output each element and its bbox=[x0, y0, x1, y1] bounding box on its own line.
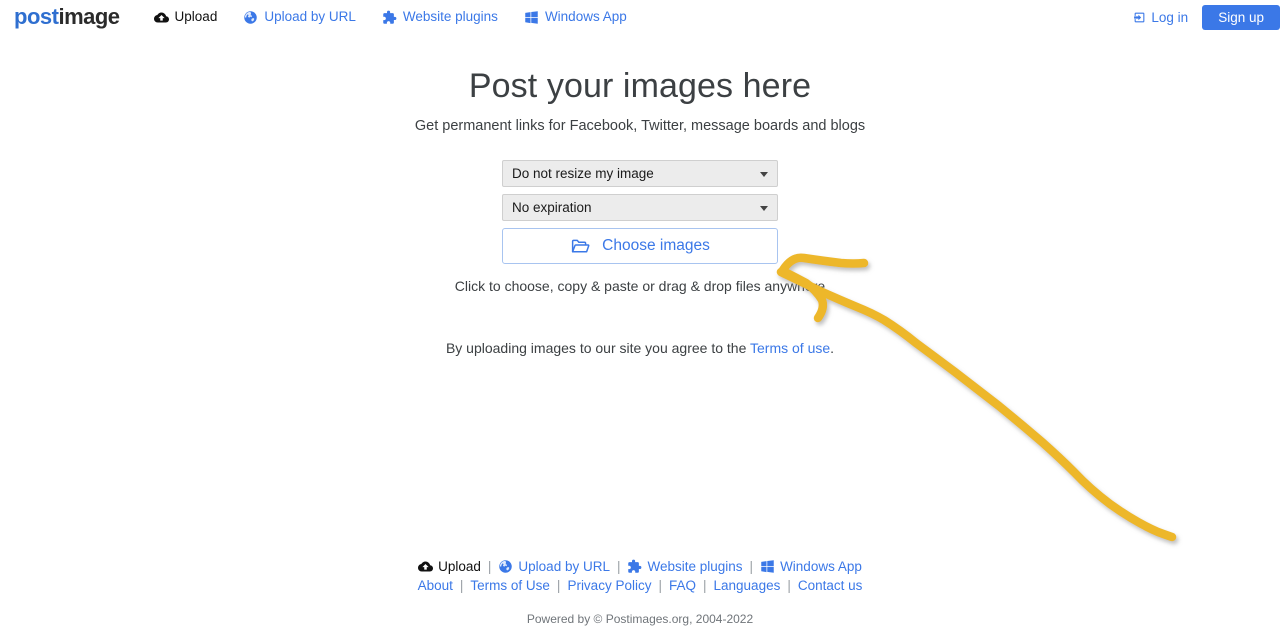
terms-of-use-link[interactable]: Terms of use bbox=[750, 340, 830, 356]
footer-separator: | bbox=[616, 559, 621, 574]
footer-separator: | bbox=[787, 578, 791, 593]
copyright-text: Powered by © Postimages.org, 2004-2022 bbox=[526, 612, 754, 626]
signup-label: Sign up bbox=[1218, 9, 1264, 25]
footer-link-privacy-policy[interactable]: Privacy Policy bbox=[567, 576, 651, 595]
puzzle-piece-icon bbox=[382, 10, 397, 25]
upload-hint-text: Click to choose, copy & paste or drag & … bbox=[454, 278, 826, 294]
puzzle-piece-icon bbox=[627, 559, 642, 574]
globe-icon bbox=[498, 559, 513, 574]
footer-separator: | bbox=[487, 559, 492, 574]
logo-text-image: image bbox=[58, 4, 120, 29]
footer-separator: | bbox=[459, 578, 464, 593]
login-link[interactable]: Log in bbox=[1133, 10, 1188, 25]
logo-text-post: post bbox=[14, 4, 59, 29]
windows-logo-icon bbox=[760, 559, 775, 574]
terms-suffix: . bbox=[830, 340, 835, 356]
header-account-actions: Log in Sign up bbox=[1133, 0, 1280, 34]
footer-link-contact-us[interactable]: Contact us bbox=[798, 576, 863, 595]
footer-link-website-plugins[interactable]: Website plugins bbox=[627, 557, 743, 576]
sign-in-icon bbox=[1133, 11, 1146, 24]
resize-select-value: Do not resize my image bbox=[512, 165, 654, 181]
nav-item-website-plugins[interactable]: Website plugins bbox=[382, 10, 498, 25]
nav-label-website-plugins: Website plugins bbox=[402, 9, 498, 25]
footer-label-windows-app: Windows App bbox=[780, 559, 862, 574]
footer-link-upload-by-url[interactable]: Upload by URL bbox=[498, 557, 610, 576]
expiration-select-value: No expiration bbox=[512, 199, 592, 215]
page-subtitle: Get permanent links for Facebook, Twitte… bbox=[414, 118, 866, 134]
page-title: Post your images here bbox=[468, 67, 812, 105]
choose-images-label: Choose images bbox=[602, 237, 710, 255]
chevron-down-icon bbox=[760, 171, 768, 177]
footer-link-windows-app[interactable]: Windows App bbox=[760, 557, 862, 576]
signup-button[interactable]: Sign up bbox=[1202, 4, 1280, 30]
footer-label-website-plugins: Website plugins bbox=[647, 559, 743, 574]
globe-icon bbox=[243, 10, 258, 25]
footer-link-terms-of-use[interactable]: Terms of Use bbox=[470, 576, 550, 595]
main-navigation: Upload Upload by URL Website plugins Win… bbox=[153, 9, 627, 25]
cloud-upload-icon bbox=[153, 10, 169, 25]
cloud-upload-icon bbox=[418, 559, 434, 574]
footer-label-upload-by-url: Upload by URL bbox=[518, 559, 610, 574]
site-footer: Upload | Upload by URL | Website plugins… bbox=[0, 557, 1280, 626]
footer-separator: | bbox=[556, 578, 561, 593]
footer-primary-links: Upload | Upload by URL | Website plugins… bbox=[0, 557, 1280, 576]
nav-item-windows-app[interactable]: Windows App bbox=[524, 10, 627, 25]
upload-form: Do not resize my image No expiration Cho… bbox=[502, 136, 778, 264]
resize-select[interactable]: Do not resize my image bbox=[502, 160, 778, 187]
nav-label-upload-by-url: Upload by URL bbox=[264, 9, 356, 25]
footer-separator: | bbox=[658, 578, 662, 593]
footer-separator: | bbox=[703, 578, 707, 593]
choose-images-button[interactable]: Choose images bbox=[502, 228, 778, 264]
postimage-upload-page: postimage Upload Upload by URL Website p bbox=[0, 0, 1280, 626]
footer-link-languages[interactable]: Languages bbox=[714, 576, 781, 595]
expiration-select[interactable]: No expiration bbox=[502, 194, 778, 221]
site-header: postimage Upload Upload by URL Website p bbox=[0, 0, 1280, 34]
site-logo[interactable]: postimage bbox=[14, 6, 120, 28]
nav-item-upload-by-url[interactable]: Upload by URL bbox=[243, 10, 356, 25]
nav-item-upload[interactable]: Upload bbox=[153, 9, 218, 25]
nav-label-upload: Upload bbox=[174, 9, 218, 25]
terms-prefix: By uploading images to our site you agre… bbox=[445, 340, 751, 356]
main-content: Post your images here Get permanent link… bbox=[0, 34, 1280, 358]
footer-link-upload[interactable]: Upload bbox=[418, 557, 481, 576]
footer-separator: | bbox=[749, 559, 754, 574]
terms-agreement-text: By uploading images to our site you agre… bbox=[0, 296, 1280, 358]
chevron-down-icon bbox=[760, 205, 768, 211]
footer-secondary-links: About | Terms of Use | Privacy Policy | … bbox=[0, 576, 1280, 595]
windows-logo-icon bbox=[524, 10, 539, 25]
footer-link-faq[interactable]: FAQ bbox=[669, 576, 696, 595]
footer-label-upload: Upload bbox=[438, 559, 481, 574]
login-label: Log in bbox=[1151, 9, 1189, 25]
footer-link-about[interactable]: About bbox=[418, 576, 453, 595]
open-folder-icon bbox=[570, 236, 591, 257]
nav-label-windows-app: Windows App bbox=[544, 9, 627, 25]
